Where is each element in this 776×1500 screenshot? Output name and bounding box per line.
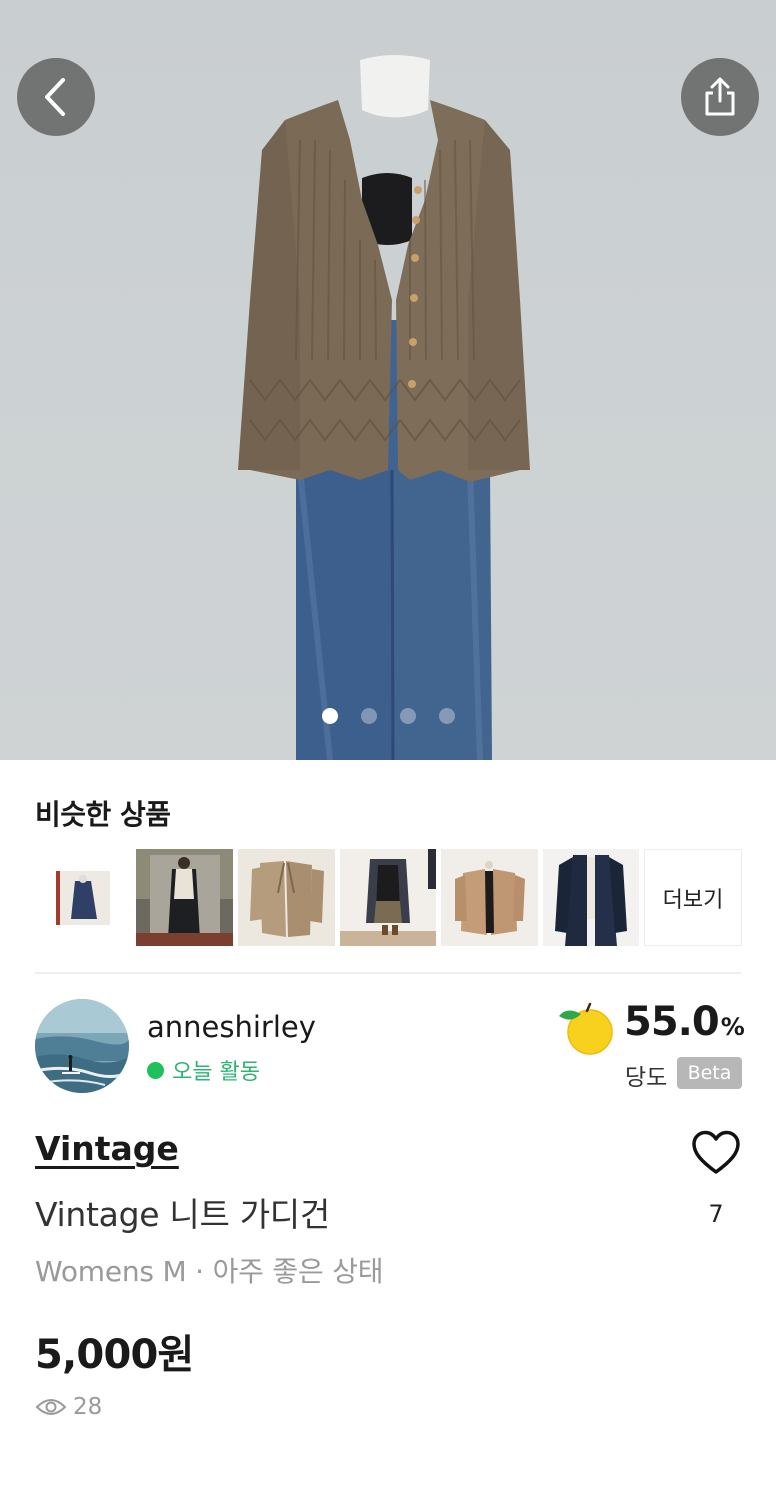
eye-icon xyxy=(35,1399,67,1415)
share-button[interactable] xyxy=(681,58,759,136)
carousel-dot[interactable] xyxy=(322,708,338,724)
seller-avatar[interactable] xyxy=(35,999,129,1093)
carousel-dot[interactable] xyxy=(400,708,416,724)
chevron-left-icon xyxy=(45,78,65,116)
sweetness-apple-icon xyxy=(559,1002,613,1055)
similar-product-thumb[interactable] xyxy=(136,849,233,946)
more-label: 더보기 xyxy=(662,887,724,913)
divider xyxy=(35,972,741,974)
similar-product-thumb[interactable] xyxy=(543,849,639,946)
sweetness-label: 당도 xyxy=(625,1065,668,1091)
view-count-value: 28 xyxy=(73,1394,103,1420)
similar-product-thumb[interactable] xyxy=(441,849,538,946)
brand-link[interactable]: Vintage xyxy=(35,1129,179,1168)
like-button[interactable] xyxy=(690,1130,742,1178)
seller-name[interactable]: anneshirley xyxy=(147,1010,316,1044)
sweetness-score: 55.0% xyxy=(624,999,745,1045)
carousel-indicator xyxy=(322,708,455,724)
share-icon xyxy=(705,77,735,116)
product-photo xyxy=(238,55,530,760)
seller-activity-status: 오늘 활동 xyxy=(147,1054,260,1086)
carousel-dot[interactable] xyxy=(439,708,455,724)
beta-badge: Beta xyxy=(677,1057,742,1089)
back-button[interactable] xyxy=(17,58,95,136)
sweetness-unit: % xyxy=(720,1013,745,1041)
similar-product-thumb[interactable] xyxy=(238,849,335,946)
similar-product-thumb[interactable] xyxy=(340,849,436,946)
product-image-carousel[interactable] xyxy=(0,0,776,760)
sweetness-value: 55.0 xyxy=(624,999,720,1045)
carousel-dot[interactable] xyxy=(361,708,377,724)
product-price: 5,000원 xyxy=(35,1332,194,1378)
product-meta: Womens M · 아주 좋은 상태 xyxy=(35,1255,384,1288)
like-count: 7 xyxy=(708,1200,724,1228)
online-dot-icon xyxy=(147,1061,164,1079)
heart-icon xyxy=(692,1130,740,1174)
product-title: Vintage 니트 가디건 xyxy=(35,1195,330,1234)
similar-products-title: 비슷한 상품 xyxy=(35,798,171,831)
more-similar-button[interactable]: 더보기 xyxy=(644,849,742,946)
activity-label: 오늘 활동 xyxy=(172,1060,260,1085)
view-count: 28 xyxy=(35,1394,102,1420)
similar-product-thumb[interactable] xyxy=(35,849,131,946)
